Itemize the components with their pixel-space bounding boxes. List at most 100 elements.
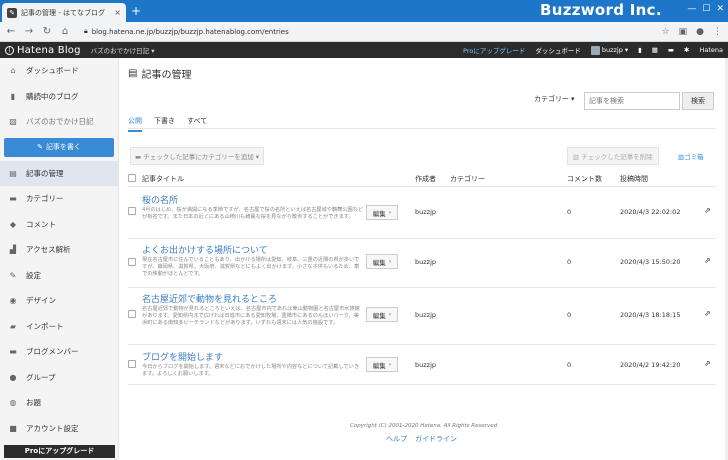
tab-close-icon[interactable]: × [114, 8, 121, 17]
star-icon[interactable]: ☆ [662, 27, 670, 37]
column-title: 記事タイトル [142, 175, 184, 183]
hatena-logo-icon: | [5, 45, 14, 55]
hatena-global-bar: | Hatena Blog バズのおでかけ日記 ▾ Proにアップグレード ダッ… [0, 42, 728, 58]
entry-author: buzzjp [415, 208, 437, 216]
theme-icon: ◍ [9, 398, 17, 408]
extension-icon[interactable]: ▣ [679, 27, 688, 37]
table-header: 記事タイトル 作成者 カテゴリー コメント数 投稿時間 [128, 173, 716, 187]
row-checkbox[interactable] [128, 207, 136, 215]
trash-link[interactable]: ▥ゴミ箱 [678, 151, 704, 161]
avatar [590, 45, 600, 55]
back-icon[interactable]: ← [6, 26, 16, 37]
sidebar-item-account[interactable]: ■ アカウント設定 [0, 416, 118, 442]
folder-icon: ▬ [9, 194, 17, 204]
browser-tab[interactable]: ✎ 記事の管理 - はてなブログ × [2, 3, 126, 22]
search-button[interactable]: 検索 [682, 92, 714, 110]
write-entry-button[interactable]: ✎ 記事を書く [4, 137, 114, 157]
row-checkbox[interactable] [128, 258, 136, 266]
tab-published[interactable]: 公開 [128, 116, 142, 132]
column-category: カテゴリー [450, 175, 485, 183]
close-window-icon[interactable]: ✕ [716, 4, 724, 14]
sidebar-item-group[interactable]: ● グループ [0, 365, 118, 391]
dropdown-arrow-icon: ▾ [571, 95, 575, 103]
folder-icon: ▬ [135, 153, 144, 161]
pro-upgrade-link[interactable]: Proにアップグレード [463, 45, 525, 55]
dropdown-arrow-icon: ▾ [388, 311, 392, 318]
sidebar-item-design[interactable]: ◉ デザイン [0, 288, 118, 314]
minimize-icon[interactable]: — [687, 4, 696, 14]
sidebar-item-subscriptions[interactable]: ▮ 購読中のブログ [0, 84, 118, 110]
maximize-icon[interactable]: ☐ [702, 4, 710, 14]
comment-icon: ◆ [9, 219, 17, 229]
edit-button[interactable]: 編集 ▾ [366, 307, 398, 322]
sidebar-item-import[interactable]: ▰ インポート [0, 314, 118, 340]
page-title: ▤ 記事の管理 [128, 68, 192, 81]
entry-excerpt: 現在名古屋市に住んでいることもあり、出かける場所は愛知、岐阜、三重の近隣の県が多… [142, 257, 360, 278]
category-filter-select[interactable]: カテゴリー ▾ [534, 94, 575, 104]
footer-links: ヘルプ ガイドライン [386, 434, 457, 444]
user-menu[interactable]: buzzjp ▾ [590, 45, 628, 55]
sidebar-item-members[interactable]: ▬ ブログメンバー [0, 339, 118, 365]
settings-gear-icon[interactable]: ✱ [684, 46, 689, 54]
bulk-add-category-button[interactable]: ▬ チェックした記事にカテゴリーを追加 ▾ [130, 147, 265, 165]
row-checkbox[interactable] [128, 310, 136, 318]
profile-icon[interactable]: ● [696, 27, 704, 37]
sidebar-item-dashboard[interactable]: ⌂ ダッシュボード [0, 58, 118, 84]
forward-icon[interactable]: → [24, 26, 34, 37]
table-row: 桜の名所 4月のはじめ、桜が満開になる季節ですが、名古屋で桜の名所といえば名古屋… [128, 187, 716, 239]
external-link-icon[interactable]: ⇗ [704, 359, 711, 368]
group-icon: ● [9, 372, 17, 382]
search-input[interactable] [584, 92, 680, 110]
blog-thumbnail-icon: ▨ [9, 117, 17, 127]
tab-all[interactable]: すべて [187, 116, 207, 132]
sidebar-blog-name[interactable]: ▨ バズのおでかけ日記 [0, 109, 118, 135]
help-link[interactable]: ヘルプ [386, 434, 407, 444]
entry-title-link[interactable]: 桜の名所 [142, 193, 178, 206]
entry-excerpt: 名古屋近郊で動物が見れるところといえば、名古屋市内であれば東山動物園と名古屋市水… [142, 306, 360, 327]
entry-title-link[interactable]: ブログを開始します [142, 350, 223, 363]
dashboard-link[interactable]: ダッシュボード [535, 45, 581, 55]
bulk-delete-button[interactable]: ▥ チェックした記事を削除 [567, 147, 659, 165]
sidebar-item-odai[interactable]: ◍ お題 [0, 390, 118, 416]
entry-date: 2020/4/2 19:42:20 [620, 361, 681, 369]
entry-title-link[interactable]: 名古屋近郊で動物を見れるところ [142, 292, 277, 305]
blog-switcher[interactable]: バズのおでかけ日記 ▾ [91, 45, 155, 55]
guideline-link[interactable]: ガイドライン [415, 434, 457, 444]
pro-upgrade-button[interactable]: Proにアップグレード [4, 445, 115, 458]
entry-title-link[interactable]: よくお出かけする場所について [142, 243, 268, 256]
sidebar-item-entries[interactable]: ▤ 記事の管理 [0, 160, 118, 186]
url-field[interactable]: 🔒︎ blog.hatena.ne.jp/buzzjp/buzzjp.haten… [78, 27, 654, 36]
external-link-icon[interactable]: ⇗ [704, 309, 711, 318]
edit-button[interactable]: 編集 ▾ [366, 205, 398, 220]
hatena-favicon-icon: ✎ [7, 7, 17, 18]
window-controls: — ☐ ✕ [687, 4, 724, 14]
reload-icon[interactable]: ↻ [42, 26, 52, 37]
column-date: 投稿時間 [620, 175, 648, 183]
select-all-checkbox[interactable] [128, 174, 136, 182]
bookmark-icon: ▮ [10, 91, 16, 101]
entry-comment-count: 0 [567, 311, 572, 319]
apps-grid-icon[interactable]: ▦ [652, 46, 658, 54]
row-checkbox[interactable] [128, 360, 136, 368]
external-link-icon[interactable]: ⇗ [704, 256, 711, 265]
sidebar-item-analytics[interactable]: ▟ アクセス解析 [0, 237, 118, 263]
sidebar-item-comment[interactable]: ◆ コメント [0, 212, 118, 238]
sidebar-item-category[interactable]: ▬ カテゴリー [0, 186, 118, 212]
hatena-blog-logo[interactable]: | Hatena Blog [5, 45, 81, 56]
hatena-link[interactable]: Hatena [699, 46, 723, 54]
external-link-icon[interactable]: ⇗ [704, 206, 711, 215]
edit-button[interactable]: 編集 ▾ [366, 357, 398, 372]
entry-author: buzzjp [415, 258, 437, 266]
column-comments: コメント数 [567, 175, 602, 183]
tabs-divider [128, 128, 716, 129]
menu-icon[interactable]: ⋮ [713, 27, 722, 37]
new-tab-button[interactable]: + [131, 4, 141, 18]
sidebar-item-settings[interactable]: ✎ 設定 [0, 263, 118, 289]
notification-icon[interactable]: ▬ [668, 46, 674, 54]
tab-draft[interactable]: 下書き [154, 116, 175, 132]
edit-button[interactable]: 編集 ▾ [366, 254, 398, 269]
bookmark-icon[interactable]: ▮ [638, 46, 642, 54]
home-browser-icon[interactable]: ⌂ [60, 26, 70, 37]
entry-date: 2020/4/3 15:50:20 [620, 258, 681, 266]
members-icon: ▬ [9, 347, 17, 357]
